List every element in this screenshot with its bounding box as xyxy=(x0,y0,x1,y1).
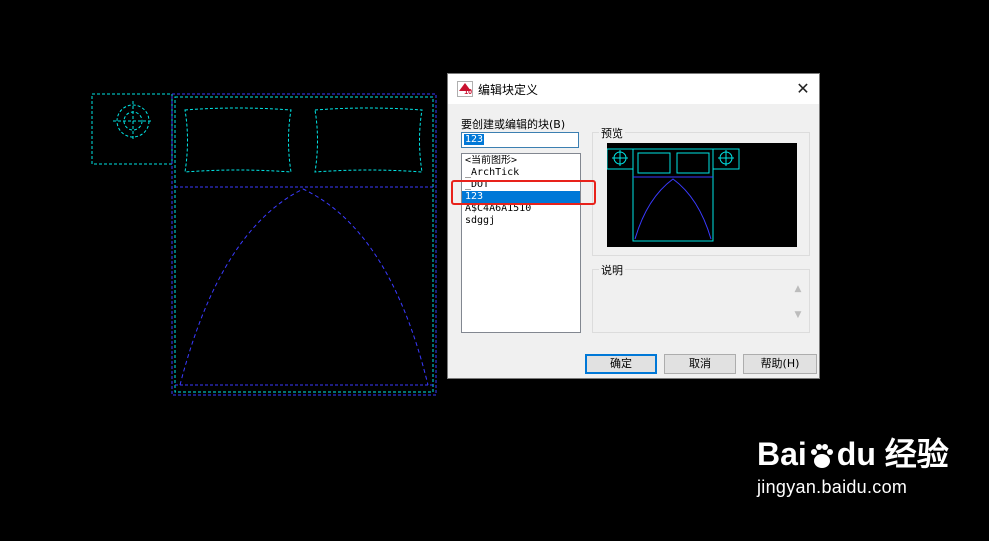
baidu-jingyan-watermark: Bai du 经验 jingyan.baidu.com xyxy=(757,436,949,498)
block-preview xyxy=(606,143,797,247)
ok-button[interactable]: 确定 xyxy=(585,354,657,374)
block-name-input-value: 123 xyxy=(464,134,485,145)
bed-frame xyxy=(171,93,437,396)
description-label: 说明 xyxy=(599,262,625,278)
paw-icon xyxy=(807,442,837,472)
watermark-url: jingyan.baidu.com xyxy=(757,477,908,497)
preview-label: 预览 xyxy=(599,125,625,141)
blanket-arc xyxy=(175,188,433,386)
list-item[interactable]: <当前图形> xyxy=(462,155,580,167)
description-group: 说明 ▲ ▼ xyxy=(592,262,810,333)
description-textarea[interactable] xyxy=(597,278,805,328)
app-icon-version: 10 xyxy=(464,89,472,96)
dialog-titlebar[interactable]: 10 编辑块定义 ✕ xyxy=(448,74,819,104)
help-button[interactable]: 帮助(H) xyxy=(743,354,817,374)
block-preview-drawing xyxy=(606,148,740,242)
watermark-brand-suffix: du xyxy=(836,436,876,472)
selection-highlight-box xyxy=(451,180,596,205)
autocad-app-icon: 10 xyxy=(457,81,473,97)
pillows xyxy=(184,107,423,173)
block-name-label: 要创建或编辑的块(B) xyxy=(461,118,566,131)
list-item[interactable]: _ArchTick xyxy=(462,167,580,179)
nightstand-left xyxy=(91,93,173,165)
scroll-up-icon[interactable]: ▲ xyxy=(793,284,803,294)
dialog-title: 编辑块定义 xyxy=(478,83,539,97)
list-item[interactable]: sdggj xyxy=(462,215,580,227)
watermark-brand-text: Bai xyxy=(757,436,807,472)
block-name-input[interactable]: 123 xyxy=(461,132,579,148)
edit-block-definition-dialog: 10 编辑块定义 ✕ 要创建或编辑的块(B) 123 <当前图形> _ArchT… xyxy=(447,73,820,379)
preview-group: 预览 xyxy=(592,125,810,256)
cancel-button[interactable]: 取消 xyxy=(664,354,736,374)
watermark-brand: Bai du 经验 xyxy=(757,436,949,472)
close-icon[interactable]: ✕ xyxy=(791,78,815,100)
watermark-brand-cn: 经验 xyxy=(884,436,949,472)
scroll-down-icon[interactable]: ▼ xyxy=(793,310,803,320)
